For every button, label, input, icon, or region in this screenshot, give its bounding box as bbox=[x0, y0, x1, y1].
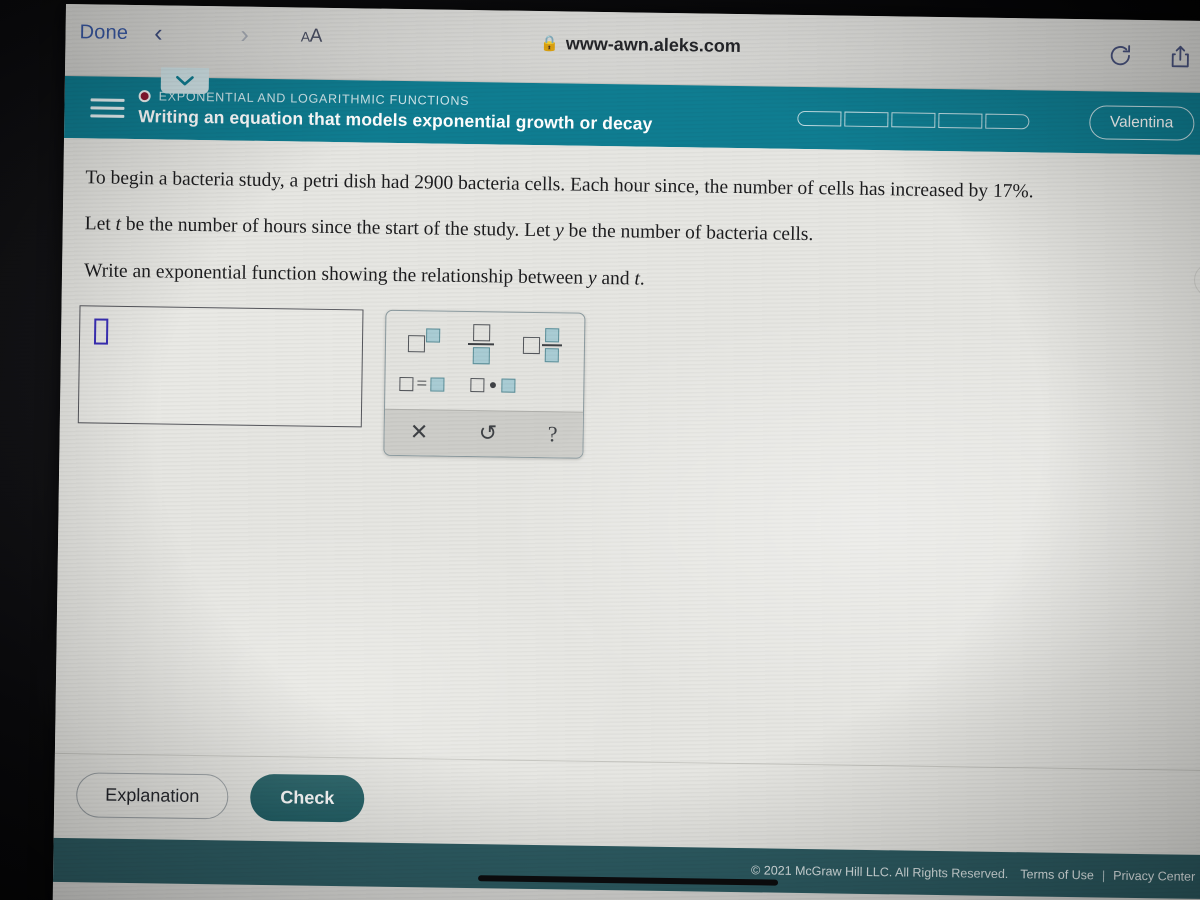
problem-text: bacteria cells. Each hour since, the num… bbox=[453, 172, 994, 202]
problem-text: and bbox=[596, 267, 635, 290]
problem-statement-line-3: Write an exponential function showing th… bbox=[84, 259, 1172, 300]
header-right-group: Valentina bbox=[796, 101, 1199, 141]
denominator-square-icon bbox=[472, 346, 490, 365]
problem-text: . bbox=[639, 268, 645, 290]
growth-rate-value: 17% bbox=[992, 180, 1029, 203]
reload-icon[interactable] bbox=[1107, 41, 1133, 69]
share-icon[interactable] bbox=[1167, 42, 1193, 70]
power-fraction-button[interactable] bbox=[522, 328, 562, 363]
fraction-bar-icon bbox=[468, 343, 495, 346]
progress-bar bbox=[796, 110, 1029, 129]
palette-row-2: = • bbox=[385, 367, 584, 412]
numerator-square-icon bbox=[544, 328, 560, 343]
hamburger-menu-icon[interactable] bbox=[90, 93, 125, 123]
action-buttons: Explanation Check bbox=[75, 771, 365, 823]
page-title: Writing an equation that models exponent… bbox=[138, 106, 653, 134]
page-edge-artifact bbox=[1193, 262, 1200, 298]
exponent-square-icon bbox=[426, 327, 441, 343]
help-button[interactable]: ? bbox=[547, 422, 557, 448]
undo-button[interactable]: ↺ bbox=[479, 421, 498, 447]
problem-statement-line-2: Let t be the number of hours since the s… bbox=[85, 213, 1173, 254]
problem-text: be the number of hours since the start o… bbox=[120, 214, 556, 242]
home-indicator bbox=[478, 875, 779, 886]
problem-text: Write an exponential function showing th… bbox=[83, 260, 589, 289]
equals-glyph-icon: = bbox=[416, 373, 428, 395]
right-square-icon bbox=[501, 378, 516, 393]
answer-input[interactable] bbox=[77, 305, 364, 428]
clear-button[interactable]: ✕ bbox=[410, 420, 429, 446]
problem-text: . bbox=[1028, 181, 1034, 203]
base-square-icon bbox=[408, 334, 426, 352]
denominator-square-icon bbox=[544, 348, 559, 363]
initial-count-value: 2900 bbox=[414, 172, 454, 194]
palette-row-1 bbox=[386, 311, 585, 370]
left-square-icon bbox=[470, 377, 485, 393]
problem-text: To begin a bacteria study, a petri dish … bbox=[85, 167, 415, 194]
check-button[interactable]: Check bbox=[249, 773, 365, 823]
progress-segment bbox=[937, 112, 982, 129]
terms-of-use-link[interactable]: Terms of Use bbox=[1020, 867, 1094, 882]
explanation-button[interactable]: Explanation bbox=[75, 772, 229, 820]
tablet-screen: Done ‹ › AA 🔒 www-awn.aleks.com EXPONENT… bbox=[52, 4, 1200, 900]
chevron-down-icon bbox=[176, 75, 194, 86]
address-bar[interactable]: 🔒 www-awn.aleks.com bbox=[65, 26, 1200, 64]
problem-text: Let bbox=[84, 213, 116, 236]
variable-y: y bbox=[554, 220, 564, 242]
privacy-center-link[interactable]: Privacy Center bbox=[1113, 869, 1195, 884]
lock-icon: 🔒 bbox=[539, 35, 559, 53]
progress-segment bbox=[984, 113, 1029, 129]
answer-work-area: = • ✕ ↺ ? bbox=[77, 305, 1200, 468]
numerator-square-icon bbox=[473, 324, 491, 342]
photograph-of-tablet: Done ‹ › AA 🔒 www-awn.aleks.com EXPONENT… bbox=[0, 0, 1200, 900]
fraction-bar-icon bbox=[541, 344, 562, 347]
collapse-header-toggle[interactable] bbox=[160, 67, 210, 95]
copyright-text: © 2021 McGraw Hill LLC. All Rights Reser… bbox=[751, 863, 1009, 882]
multiply-button[interactable]: • bbox=[470, 372, 516, 398]
progress-segment bbox=[796, 110, 842, 127]
header-text-group: EXPONENTIAL AND LOGARITHMIC FUNCTIONS Wr… bbox=[138, 89, 653, 135]
multiply-dot-icon: • bbox=[488, 372, 497, 398]
base-square-icon bbox=[522, 336, 540, 354]
url-text: www-awn.aleks.com bbox=[565, 33, 741, 57]
power-button[interactable] bbox=[408, 327, 441, 352]
variable-y: y bbox=[587, 267, 597, 289]
fraction-button[interactable] bbox=[468, 324, 495, 365]
problem-text: be the number of bacteria cells. bbox=[563, 220, 814, 246]
exponent-fraction-icon bbox=[541, 328, 562, 363]
equals-button[interactable]: = bbox=[399, 373, 445, 396]
empty-placeholder-box-icon bbox=[93, 318, 109, 345]
progress-segment bbox=[890, 111, 936, 128]
footer-separator: | bbox=[1101, 868, 1106, 883]
user-account-button[interactable]: Valentina bbox=[1088, 105, 1195, 141]
objective-dot-icon bbox=[138, 90, 151, 103]
action-bar-divider bbox=[54, 752, 1200, 771]
safari-actions-group bbox=[1107, 41, 1193, 70]
problem-page: To begin a bacteria study, a petri dish … bbox=[53, 137, 1200, 855]
problem-statement-line-1: To begin a bacteria study, a petri dish … bbox=[85, 166, 1173, 207]
math-symbol-palette: = • ✕ ↺ ? bbox=[383, 309, 586, 459]
palette-action-row: ✕ ↺ ? bbox=[384, 408, 584, 458]
left-square-icon bbox=[399, 376, 414, 392]
progress-segment bbox=[843, 111, 889, 127]
right-square-icon bbox=[430, 377, 445, 392]
